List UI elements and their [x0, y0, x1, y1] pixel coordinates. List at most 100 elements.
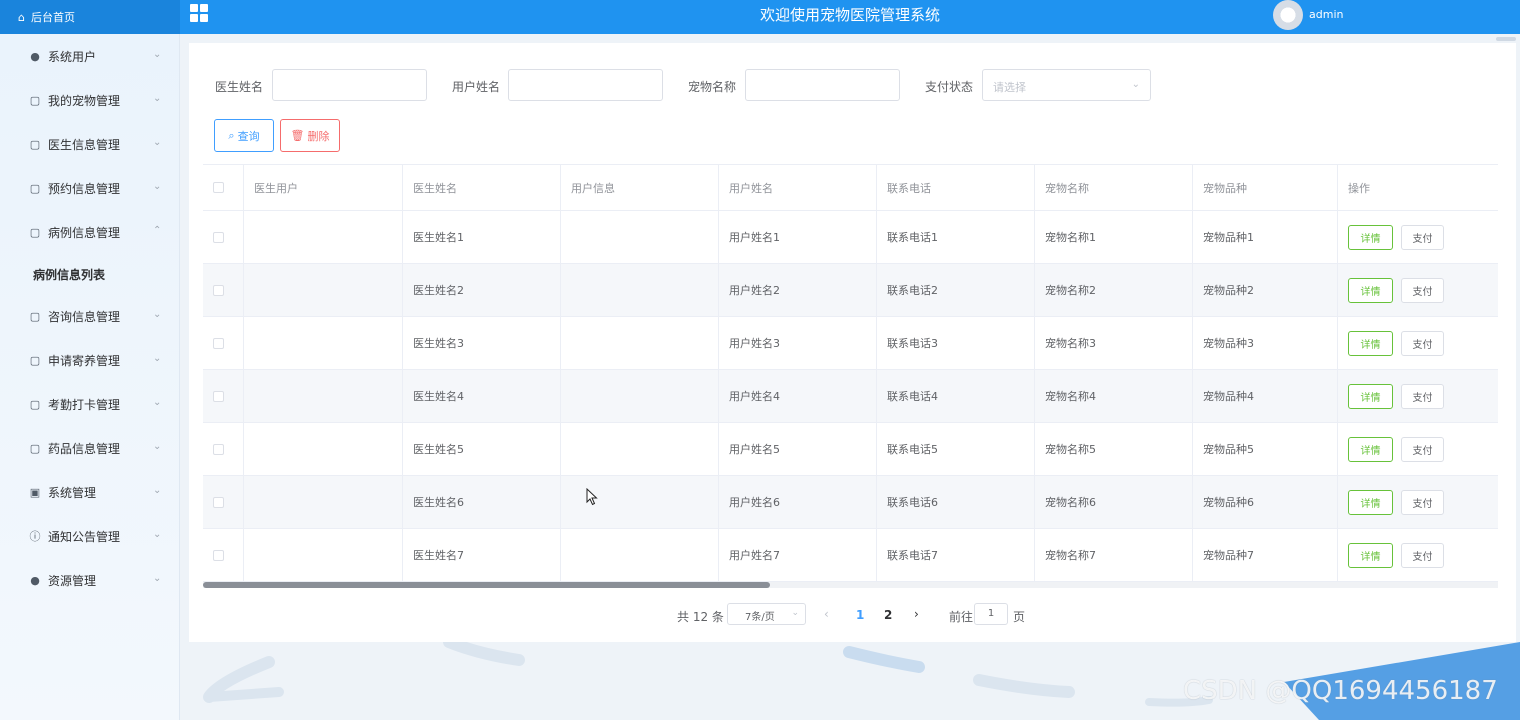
folder-icon: ▢ — [29, 353, 41, 367]
select-all-checkbox[interactable] — [213, 182, 224, 193]
table-cell-phone: 联系电话3 — [877, 317, 1035, 369]
chevron-down-icon: ⌄ — [153, 49, 162, 60]
doctor-name-input[interactable] — [272, 69, 427, 101]
sidebar-item-appointments[interactable]: ▢ 预约信息管理 ⌄ — [0, 166, 179, 210]
home-label: 后台首页 — [30, 11, 75, 24]
table-cell-pet-name: 宠物名称3 — [1035, 317, 1193, 369]
column-header[interactable]: 用户姓名 — [719, 165, 877, 210]
page-number[interactable]: 2 — [884, 608, 892, 622]
table-cell-user-name: 用户姓名3 — [719, 317, 877, 369]
pay-button[interactable]: 支付 — [1401, 436, 1444, 462]
chevron-down-icon: ⌄ — [153, 181, 162, 192]
pay-button[interactable]: 支付 — [1401, 224, 1444, 250]
next-page-icon[interactable]: › — [914, 607, 919, 621]
sidebar-item-label: 系统用户 — [48, 49, 97, 64]
folder-icon: ▢ — [29, 309, 41, 323]
folder-icon: ▢ — [29, 441, 41, 455]
sidebar-item-doctors[interactable]: ▢ 医生信息管理 ⌄ — [0, 122, 179, 166]
case-table: 医生用户 医生姓名 用户信息 用户姓名 联系电话 宠物名称 宠物品种 操作 医生… — [203, 164, 1498, 582]
table-row[interactable]: 医生姓名3 用户姓名3 联系电话3 宠物名称3 宠物品种3 详情 支付 — [203, 317, 1498, 370]
scrollbar-thumb[interactable] — [203, 582, 770, 588]
column-header[interactable]: 用户信息 — [561, 165, 719, 210]
pay-status-select[interactable]: 请选择 ⌄ — [982, 69, 1151, 101]
goto-page-input[interactable]: 1 — [974, 603, 1008, 625]
home-link[interactable]: ⌂ 后台首页 — [0, 0, 180, 34]
table-cell-doctor-name: 医生姓名3 — [403, 317, 561, 369]
table-row[interactable]: 医生姓名4 用户姓名4 联系电话4 宠物名称4 宠物品种4 详情 支付 — [203, 370, 1498, 423]
row-actions-cell: 详情 支付 — [1338, 317, 1498, 369]
sidebar-item-medicines[interactable]: ▢ 药品信息管理 ⌄ — [0, 426, 179, 470]
prev-page-icon[interactable]: ‹ — [824, 607, 829, 621]
sidebar-item-resources[interactable]: ● 资源管理 ⌄ — [0, 558, 179, 602]
pet-name-input[interactable] — [745, 69, 900, 101]
pay-button[interactable]: 支付 — [1401, 542, 1444, 568]
table-cell-doctor-user — [244, 211, 403, 263]
column-header[interactable]: 医生用户 — [244, 165, 403, 210]
column-header[interactable]: 宠物名称 — [1035, 165, 1193, 210]
detail-button[interactable]: 详情 — [1348, 330, 1393, 356]
page-suffix-label: 页 — [1013, 610, 1026, 624]
search-button[interactable]: ⌕ 查询 — [214, 119, 274, 152]
header-checkbox-cell — [203, 165, 244, 210]
table-row[interactable]: 医生姓名7 用户姓名7 联系电话7 宠物名称7 宠物品种7 详情 支付 — [203, 529, 1498, 582]
sidebar-item-my-pets[interactable]: ▢ 我的宠物管理 ⌄ — [0, 78, 179, 122]
detail-button[interactable]: 详情 — [1348, 542, 1393, 568]
row-checkbox[interactable] — [213, 337, 224, 349]
sidebar-item-cases[interactable]: ▢ 病例信息管理 ⌃ — [0, 210, 179, 254]
column-header[interactable]: 宠物品种 — [1193, 165, 1338, 210]
pay-button[interactable]: 支付 — [1401, 489, 1444, 515]
pay-button[interactable]: 支付 — [1401, 383, 1444, 409]
row-checkbox[interactable] — [213, 496, 224, 508]
column-header[interactable]: 联系电话 — [877, 165, 1035, 210]
delete-button[interactable]: 🗑 删除 — [280, 119, 340, 152]
folder-icon: ▢ — [29, 93, 41, 107]
table-body: 医生姓名1 用户姓名1 联系电话1 宠物名称1 宠物品种1 详情 支付 医生姓名2 用户姓名2 联… — [203, 211, 1498, 582]
sidebar-item-label: 我的宠物管理 — [48, 93, 121, 108]
page-size-select[interactable]: 7条/页 ⌄ — [727, 603, 806, 625]
chevron-down-icon: ⌄ — [791, 608, 799, 618]
pay-button[interactable]: 支付 — [1401, 330, 1444, 356]
table-row[interactable]: 医生姓名6 用户姓名6 联系电话6 宠物名称6 宠物品种6 详情 支付 — [203, 476, 1498, 529]
detail-button[interactable]: 详情 — [1348, 489, 1393, 515]
row-checkbox[interactable] — [213, 231, 224, 243]
sidebar-item-attendance[interactable]: ▢ 考勤打卡管理 ⌄ — [0, 382, 179, 426]
table-cell-doctor-user — [244, 423, 403, 475]
sidebar-item-system[interactable]: ▣ 系统管理 ⌄ — [0, 470, 179, 514]
table-row[interactable]: 医生姓名2 用户姓名2 联系电话2 宠物名称2 宠物品种2 详情 支付 — [203, 264, 1498, 317]
table-header-row: 医生用户 医生姓名 用户信息 用户姓名 联系电话 宠物名称 宠物品种 操作 — [203, 164, 1498, 211]
user-name-input[interactable] — [508, 69, 663, 101]
detail-button[interactable]: 详情 — [1348, 436, 1393, 462]
sidebar-item-notices[interactable]: ⓘ 通知公告管理 ⌄ — [0, 514, 179, 558]
row-checkbox[interactable] — [213, 549, 224, 561]
detail-button[interactable]: 详情 — [1348, 224, 1393, 250]
column-header[interactable]: 医生姓名 — [403, 165, 561, 210]
page-scrollbar[interactable] — [1496, 37, 1516, 41]
sidebar-item-boarding[interactable]: ▢ 申请寄养管理 ⌄ — [0, 338, 179, 382]
trash-icon: 🗑 — [290, 129, 305, 142]
avatar[interactable] — [1273, 0, 1303, 30]
table-cell-user-name: 用户姓名5 — [719, 423, 877, 475]
horizontal-scrollbar[interactable] — [203, 582, 1498, 588]
sidebar-item-consultations[interactable]: ▢ 咨询信息管理 ⌄ — [0, 294, 179, 338]
page-number[interactable]: 1 — [856, 608, 864, 622]
username[interactable]: admin — [1309, 8, 1343, 21]
sidebar-subitem-case-list[interactable]: 病例信息列表 — [0, 254, 179, 294]
pay-button[interactable]: 支付 — [1401, 277, 1444, 303]
row-checkbox[interactable] — [213, 390, 224, 402]
row-checkbox[interactable] — [213, 284, 224, 296]
table-row[interactable]: 医生姓名1 用户姓名1 联系电话1 宠物名称1 宠物品种1 详情 支付 — [203, 211, 1498, 264]
table-cell-doctor-user — [244, 370, 403, 422]
table-cell-doctor-user — [244, 529, 403, 581]
detail-button[interactable]: 详情 — [1348, 277, 1393, 303]
row-checkbox[interactable] — [213, 443, 224, 455]
detail-button[interactable]: 详情 — [1348, 383, 1393, 409]
menu-toggle-icon[interactable] — [190, 4, 208, 22]
chevron-down-icon: ⌄ — [1131, 79, 1140, 90]
sidebar-item-label: 药品信息管理 — [48, 441, 121, 456]
table-row[interactable]: 医生姓名5 用户姓名5 联系电话5 宠物名称5 宠物品种5 详情 支付 — [203, 423, 1498, 476]
table-cell-pet-breed: 宠物品种6 — [1193, 476, 1338, 528]
table-cell-phone: 联系电话6 — [877, 476, 1035, 528]
sidebar-item-system-users[interactable]: ● 系统用户 ⌄ — [0, 34, 179, 78]
sidebar-item-label: 通知公告管理 — [48, 529, 121, 544]
table-cell-doctor-name: 医生姓名7 — [403, 529, 561, 581]
